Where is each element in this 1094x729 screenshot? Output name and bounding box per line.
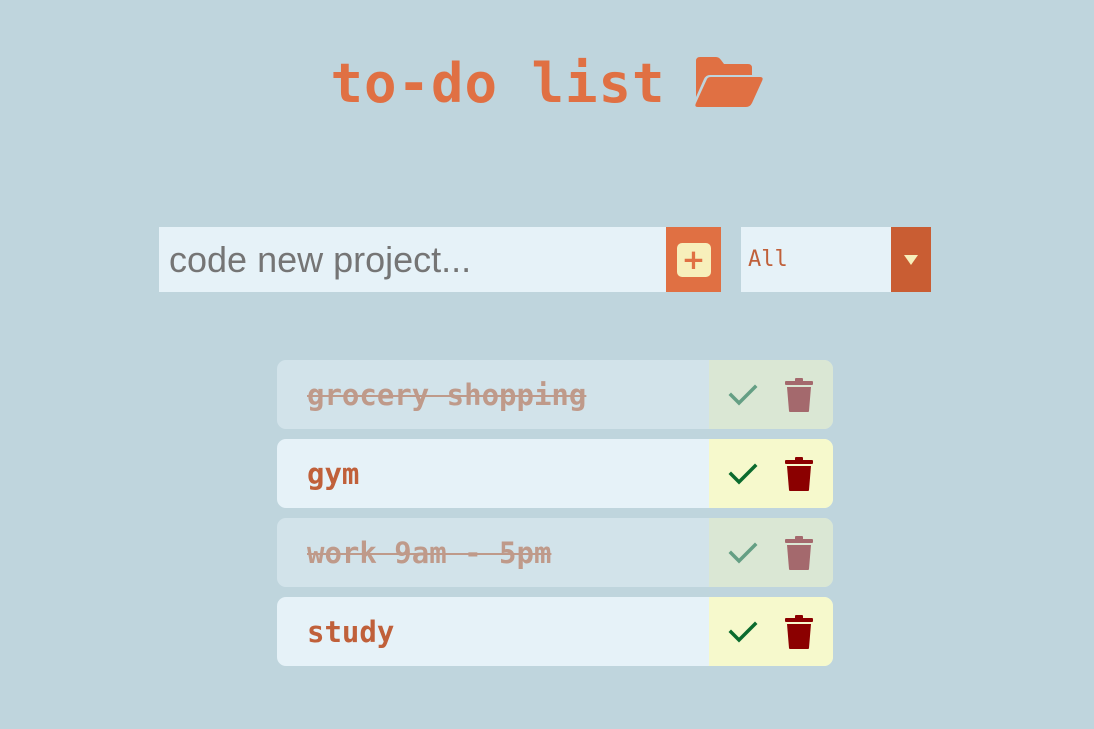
todo-input[interactable] — [159, 227, 666, 292]
trash-icon — [785, 535, 813, 570]
filter-select[interactable]: All — [741, 227, 931, 292]
todo-item: work 9am - 5pm — [277, 518, 833, 587]
app-header: to-do list — [0, 44, 1094, 124]
folder-open-icon — [694, 53, 764, 111]
check-icon — [728, 463, 758, 484]
todo-actions — [709, 439, 833, 508]
todo-form: + — [159, 227, 721, 292]
todo-text: grocery shopping — [307, 377, 587, 412]
complete-button[interactable] — [720, 372, 766, 418]
check-icon — [728, 542, 758, 563]
check-icon — [728, 621, 758, 642]
todo-text: gym — [307, 456, 360, 491]
delete-button[interactable] — [776, 530, 822, 576]
todo-actions — [709, 518, 833, 587]
todo-actions — [709, 360, 833, 429]
filter-selected-value: All — [741, 227, 891, 292]
complete-button[interactable] — [720, 530, 766, 576]
delete-button[interactable] — [776, 451, 822, 497]
delete-button[interactable] — [776, 609, 822, 655]
todo-text: work 9am - 5pm — [307, 535, 552, 570]
todo-item: grocery shopping — [277, 360, 833, 429]
trash-icon — [785, 614, 813, 649]
check-icon — [728, 384, 758, 405]
trash-icon — [785, 377, 813, 412]
complete-button[interactable] — [720, 451, 766, 497]
plus-icon: + — [676, 242, 711, 277]
trash-icon — [785, 456, 813, 491]
todo-item: study — [277, 597, 833, 666]
delete-button[interactable] — [776, 372, 822, 418]
todo-actions — [709, 597, 833, 666]
complete-button[interactable] — [720, 609, 766, 655]
todo-list: grocery shopping gym work 9am - 5pm stud… — [277, 360, 833, 676]
todo-item: gym — [277, 439, 833, 508]
page-title: to-do list — [330, 52, 666, 115]
add-todo-button[interactable]: + — [666, 227, 721, 292]
caret-down-icon — [891, 227, 931, 292]
todo-text: study — [307, 614, 395, 649]
